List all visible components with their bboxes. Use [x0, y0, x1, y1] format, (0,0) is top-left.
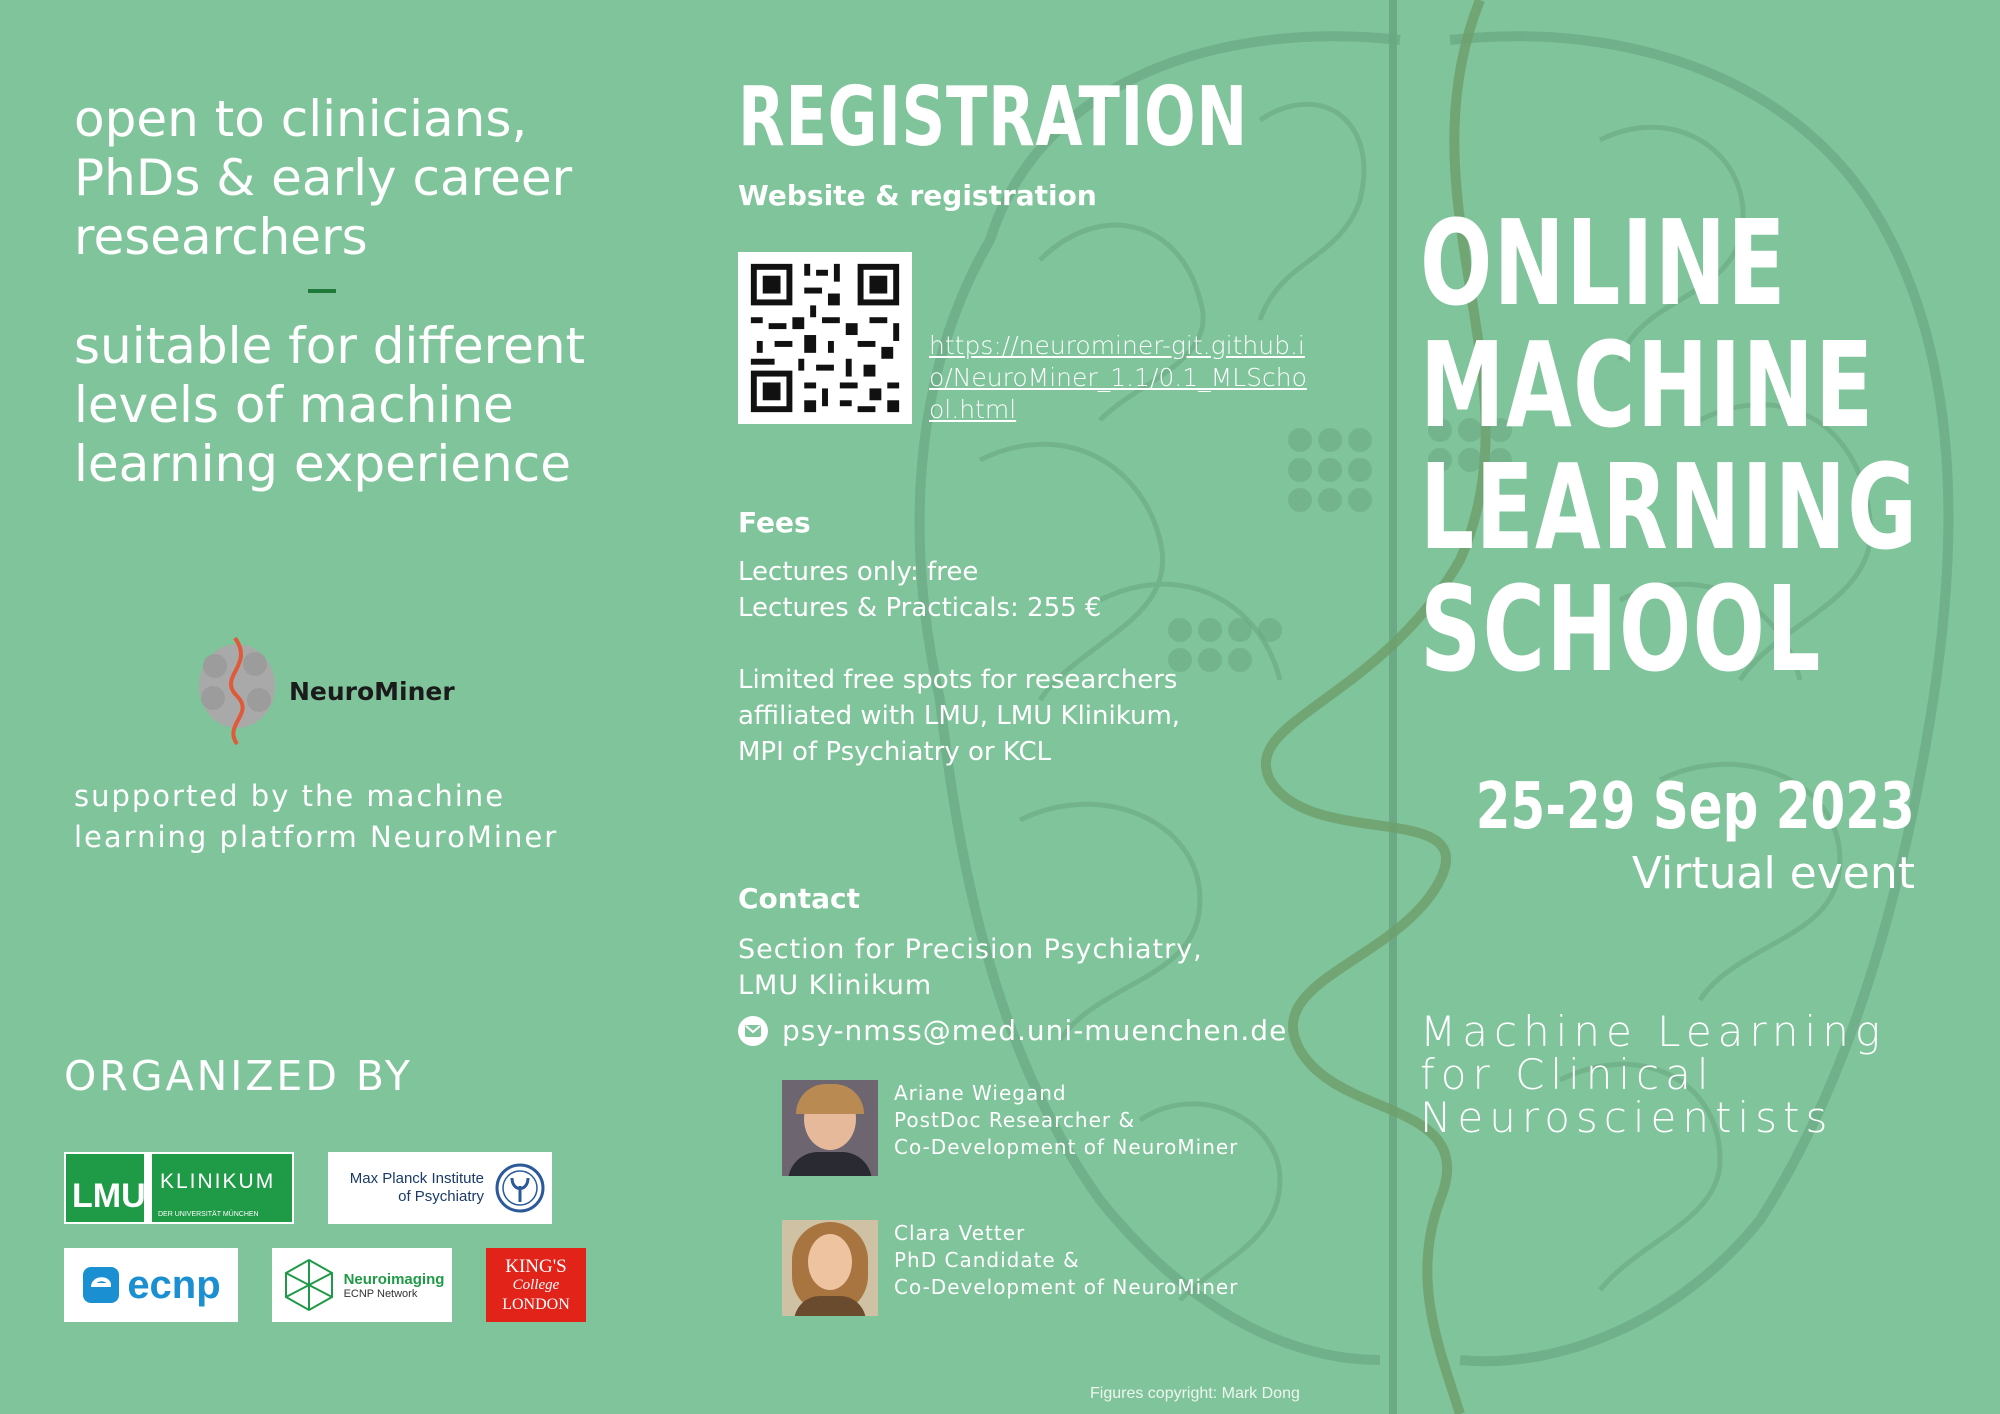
email-row[interactable]: psy-nmss@med.uni-muenchen.de — [738, 1014, 1287, 1047]
person-card: Ariane Wiegand PostDoc Researcher & Co-D… — [782, 1080, 1238, 1176]
klinikum-logo-subtext: DER UNIVERSITÄT MÜNCHEN — [158, 1211, 259, 1218]
event-title-line: MACHINE — [1420, 316, 1875, 454]
klinikum-logo-block: KLINIKUM DER UNIVERSITÄT MÜNCHEN — [152, 1154, 292, 1222]
lmu-klinikum-logo: LMU KLINIKUM DER UNIVERSITÄT MÜNCHEN — [64, 1152, 294, 1224]
qr-code-graphic — [739, 252, 911, 424]
person-role: PhD Candidate & — [894, 1248, 1080, 1272]
mail-icon — [738, 1015, 768, 1046]
klinikum-logo-text: KLINIKUM — [160, 1170, 276, 1193]
lmu-logo-block: LMU — [66, 1154, 146, 1222]
kings-line1: KING'S — [505, 1255, 567, 1277]
neuroimaging-text-block: Neuroimaging ECNP Network — [344, 1271, 445, 1300]
audience-text-1: open to clinicians, PhDs & early career … — [74, 90, 573, 266]
separator-dash — [308, 289, 336, 293]
person-card: Clara Vetter PhD Candidate & Co-Developm… — [782, 1220, 1238, 1316]
kings-line3: LONDON — [502, 1295, 570, 1313]
network-icon — [284, 1258, 333, 1312]
contact-heading: Contact — [738, 882, 860, 915]
neuroimaging-logo-subtext: ECNP Network — [343, 1287, 418, 1300]
fees-details: Lectures only: free Lectures & Practical… — [738, 554, 1198, 770]
contact-section: Section for Precision Psychiatry, LMU Kl… — [738, 934, 1203, 1001]
neurominer-brain-icon — [199, 636, 275, 746]
neuroimaging-logo-text: Neuroimaging — [343, 1270, 445, 1288]
ecnp-emblem-icon — [83, 1267, 120, 1303]
event-format: Virtual event — [1631, 848, 1915, 899]
kings-college-logo: KING'S College LONDON — [486, 1248, 586, 1322]
kings-college-text-block: KING'S College LONDON — [502, 1257, 570, 1314]
registration-block: REGISTRATION Website & registration — [738, 70, 1338, 212]
max-planck-emblem-icon — [495, 1163, 545, 1213]
neurominer-logo-text: NeuroMiner — [289, 676, 455, 706]
registration-title: REGISTRATION — [738, 70, 1248, 165]
max-planck-logo-text: Max Planck Institute of Psychiatry — [349, 1170, 484, 1205]
max-planck-logo: Max Planck Institute of Psychiatry — [328, 1152, 552, 1224]
fees-heading: Fees — [738, 506, 811, 539]
event-title-line: SCHOOL — [1420, 560, 1822, 698]
website-heading: Website & registration — [738, 179, 1097, 212]
fees-lectures-practicals: Lectures & Practicals: 255 € — [738, 593, 1102, 623]
qr-code[interactable] — [738, 252, 912, 424]
person-info: Ariane Wiegand PostDoc Researcher & Co-D… — [894, 1080, 1238, 1176]
kings-line2: College — [512, 1276, 560, 1293]
fees-limited-spots: Limited free spots for researchers affil… — [738, 665, 1181, 767]
registration-link[interactable]: https://neurominer-git.github.io/NeuroMi… — [929, 330, 1309, 426]
organized-heading: ORGANIZED BY — [64, 1052, 413, 1100]
fees-lectures-only: Lectures only: free — [738, 557, 979, 587]
copyright-text: Figures copyright: Mark Dong — [1090, 1385, 1300, 1402]
person-role-2: Co-Development of NeuroMiner — [894, 1275, 1239, 1299]
neuroimaging-network-logo: Neuroimaging ECNP Network — [272, 1248, 452, 1322]
flyer-page: open to clinicians, PhDs & early career … — [0, 0, 2000, 1414]
audience-block: open to clinicians, PhDs & early career … — [74, 90, 634, 494]
supported-text: supported by the machine learning platfo… — [74, 779, 559, 854]
event-title-block: ONLINE MACHINE LEARNING SCHOOL — [1420, 202, 1980, 690]
ecnp-logo-text: ecnp — [127, 1262, 221, 1307]
fees-spacer — [738, 626, 1198, 662]
person-role-2: Co-Development of NeuroMiner — [894, 1135, 1239, 1159]
lmu-logo-text: LMU — [72, 1177, 146, 1215]
event-dates: 25-29 Sep 2023 — [1476, 770, 1915, 844]
avatar — [782, 1220, 878, 1316]
person-name: Clara Vetter — [894, 1221, 1026, 1245]
event-subtitle: Machine Learning for Clinical Neuroscien… — [1420, 1007, 1887, 1142]
avatar — [782, 1080, 878, 1176]
ecnp-logo: ecnp — [64, 1248, 238, 1322]
event-title-line: LEARNING — [1420, 438, 1919, 576]
person-info: Clara Vetter PhD Candidate & Co-Developm… — [894, 1220, 1238, 1316]
event-title-line: ONLINE — [1420, 194, 1787, 332]
person-role: PostDoc Researcher & — [894, 1108, 1136, 1132]
audience-text-2: suitable for different levels of machine… — [74, 317, 586, 493]
neurominer-logo: NeuroMiner — [195, 636, 455, 746]
email-address[interactable]: psy-nmss@med.uni-muenchen.de — [782, 1014, 1287, 1047]
person-name: Ariane Wiegand — [894, 1081, 1067, 1105]
